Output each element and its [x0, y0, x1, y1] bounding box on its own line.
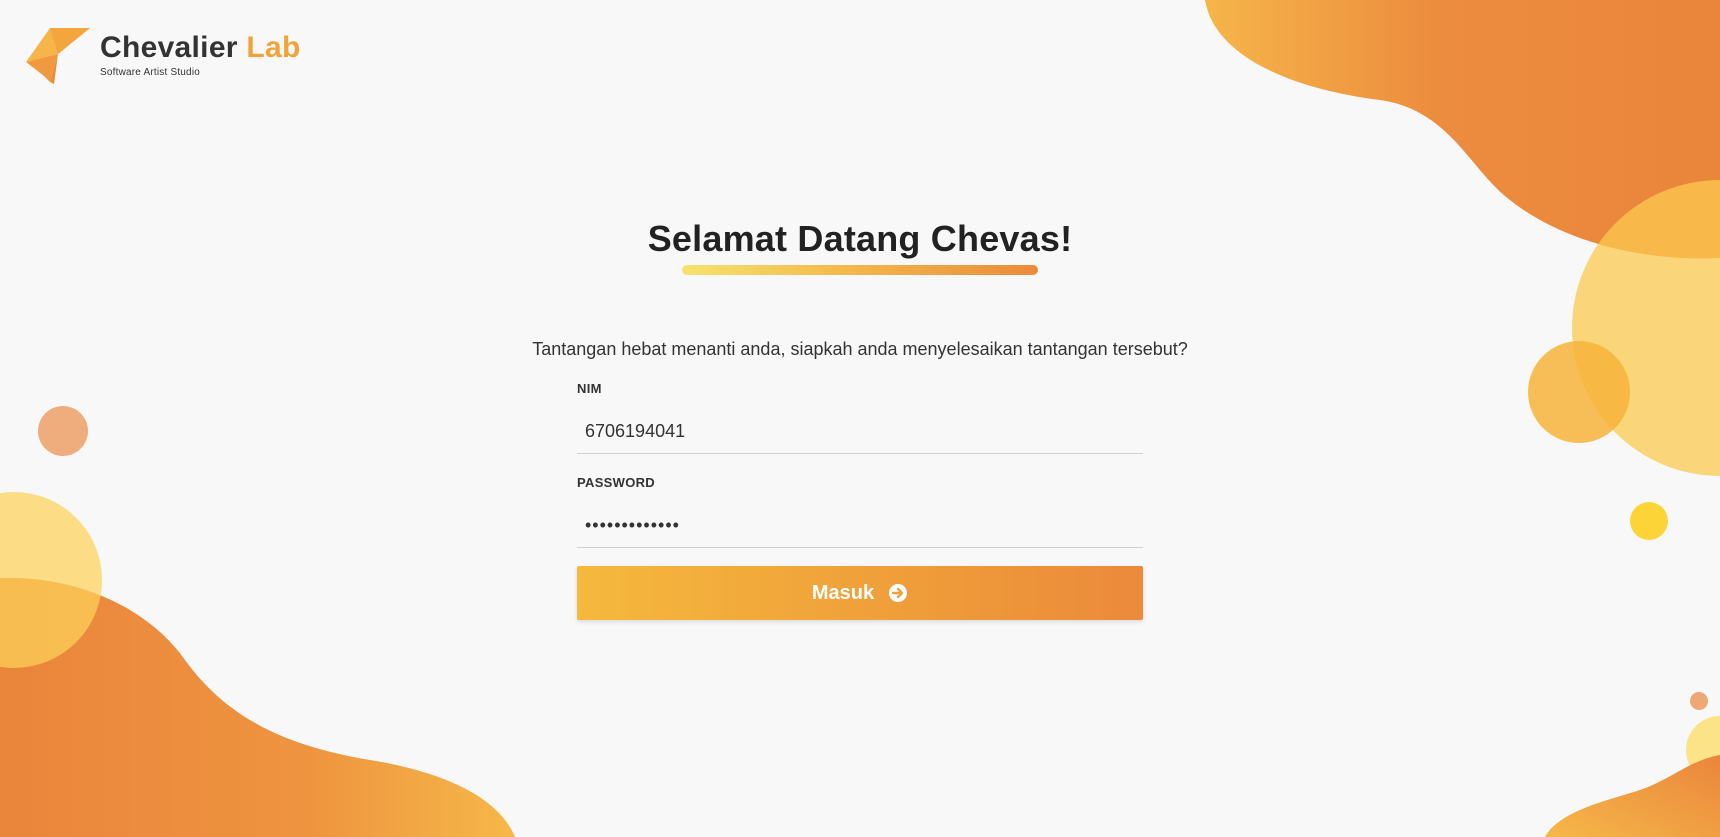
page-title: Selamat Datang Chevas! — [647, 218, 1073, 259]
nim-label: NIM — [577, 381, 602, 396]
origami-bird-icon — [26, 28, 90, 84]
title-underline — [682, 265, 1038, 275]
login-page: Chevalier Lab Software Artist Studio Sel… — [0, 0, 1720, 837]
brand-name-main: Chevalier — [100, 31, 238, 64]
brand-logo[interactable]: Chevalier Lab Software Artist Studio — [24, 24, 301, 84]
nim-field-wrapper — [577, 410, 1143, 454]
nim-input[interactable] — [585, 421, 1143, 442]
password-field-wrapper — [577, 504, 1143, 548]
password-input[interactable] — [585, 515, 1143, 536]
page-subtitle: Tantangan hebat menanti anda, siapkah an… — [532, 339, 1188, 359]
brand-name: Chevalier Lab — [100, 32, 301, 64]
right-small-dot — [1630, 502, 1668, 540]
left-small-circle — [38, 406, 88, 456]
login-form: NIM PASSWORD Masuk — [577, 380, 1143, 620]
brand-name-accent: Lab — [246, 31, 301, 64]
login-button-label: Masuk — [811, 581, 875, 604]
login-button[interactable]: Masuk — [577, 566, 1143, 620]
brand-tagline: Software Artist Studio — [100, 67, 201, 78]
password-label: PASSWORD — [577, 475, 655, 490]
arrow-circle-right-icon — [889, 584, 908, 602]
right-tiny-dot — [1690, 692, 1708, 710]
welcome-header: Selamat Datang Chevas! — [0, 218, 1720, 260]
brand-text: Chevalier Lab Software Artist Studio — [100, 24, 301, 79]
bottom-right-blob — [1545, 755, 1720, 837]
